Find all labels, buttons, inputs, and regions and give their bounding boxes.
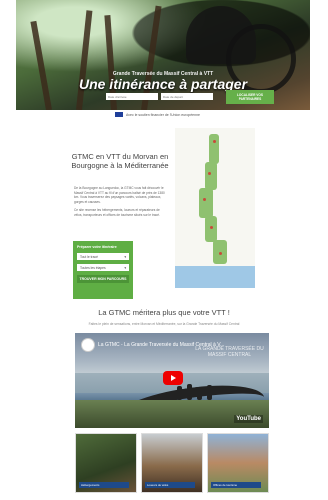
play-icon[interactable] [163,371,183,385]
hero-date-form [106,93,213,100]
intro-title: GTMC en VTT du Morvan en Bourgogne à la … [71,152,169,170]
intro-paragraph: Ce site recense les hébergements, loueur… [74,208,160,217]
video-overlay-text: LA GRANDE TRAVERSÉE DU MASSIF CENTRAL [195,346,264,358]
sea-area [175,266,255,288]
chevron-down-icon: ▾ [124,265,126,270]
category-card[interactable]: Offices de tourisme [207,433,269,493]
search-label: Préparer votre itinéraire [77,245,117,249]
itinerary-search-box: Préparer votre itinéraire Tout le tracé … [73,241,133,299]
eu-flag-icon [115,112,123,117]
route-select[interactable]: Tout le tracé ▾ [77,253,129,260]
arrival-date-input[interactable] [106,93,158,100]
page: Grande Traversée du Massif Central à VTT… [0,0,328,500]
youtube-logo[interactable]: YouTube [234,415,263,423]
eu-note-text: Avec le soutien financier de l'Union eur… [126,112,200,117]
youtube-video-embed[interactable]: La GTMC - La Grande Traversée du Massif … [75,333,269,428]
category-card[interactable]: Hébergements [75,433,137,493]
section-subtitle: Faites le plein de sensations, entre Mor… [88,322,240,326]
card-label: Hébergements [79,482,129,488]
category-card[interactable]: Loueurs de vélos [141,433,203,493]
locate-partners-button[interactable]: LOCALISER VOS PARTENAIRES [226,90,274,104]
section-title: La GTMC méritera plus que votre VTT ! [98,308,230,317]
route-map[interactable] [175,128,255,288]
chevron-down-icon: ▾ [124,254,126,259]
card-label: Loueurs de vélos [145,482,195,488]
hero-banner: Grande Traversée du Massif Central à VTT… [16,0,310,110]
eu-funding-note: Avec le soutien financier de l'Union eur… [115,112,200,117]
stage-select[interactable]: Toutes les étapes ▾ [77,264,129,271]
intro-paragraph: De la Bourgogne au Languedoc, la GTMC vo… [74,186,165,204]
find-route-button[interactable]: TROUVER MON PARCOURS [77,275,129,283]
card-label: Offices de tourisme [211,482,261,488]
departure-date-input[interactable] [161,93,213,100]
intro-text: De la Bourgogne au Languedoc, la GTMC vo… [74,186,166,221]
channel-logo[interactable] [81,338,95,352]
